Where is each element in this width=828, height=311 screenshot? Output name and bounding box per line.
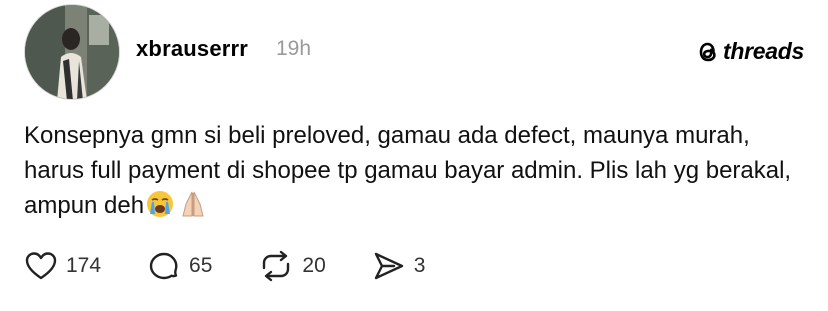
avatar[interactable] xyxy=(24,4,120,100)
post-time: 19h xyxy=(276,37,312,60)
reply-button[interactable]: 65 xyxy=(147,250,212,282)
share-button[interactable]: 3 xyxy=(372,250,426,282)
post-actions: 174 65 20 3 xyxy=(24,250,471,282)
crying-face-emoji xyxy=(146,190,174,228)
reply-count: 65 xyxy=(189,254,213,277)
post-body: Konsepnya gmn si beli preloved, gamau ad… xyxy=(24,118,814,228)
profile-photo xyxy=(25,5,119,99)
username[interactable]: xbrauserrr xyxy=(136,36,248,62)
comment-icon xyxy=(149,252,178,280)
like-button[interactable]: 174 xyxy=(24,250,101,282)
repost-icon xyxy=(263,250,290,282)
repost-count: 20 xyxy=(302,254,326,277)
post-text: Konsepnya gmn si beli preloved, gamau ad… xyxy=(24,122,792,219)
share-count: 3 xyxy=(413,254,426,277)
threads-icon xyxy=(699,42,716,61)
send-icon xyxy=(374,252,403,280)
repost-button[interactable]: 20 xyxy=(258,250,326,282)
heart-icon xyxy=(25,252,57,280)
like-count: 174 xyxy=(66,254,102,277)
folded-hands-emoji xyxy=(180,190,206,228)
threads-logo: threads xyxy=(697,38,804,65)
logo-text: threads xyxy=(723,38,804,64)
